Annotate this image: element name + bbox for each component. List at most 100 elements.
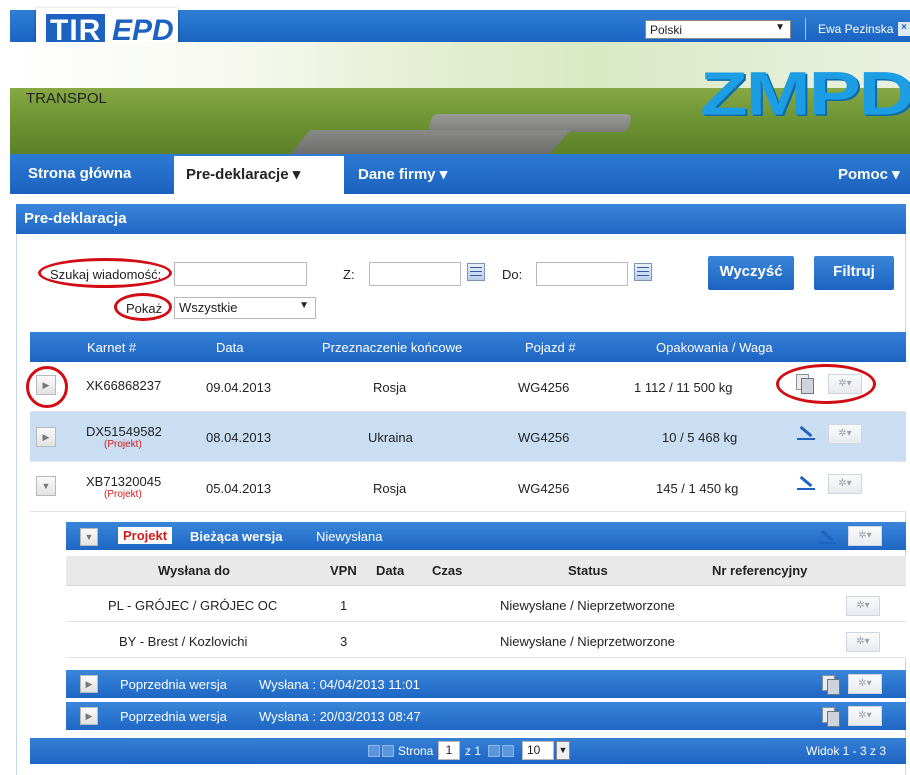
first-page-button[interactable] [368,745,380,757]
column-karnet[interactable]: Karnet # [87,340,136,355]
zmpd-logo: ZMPD [700,58,910,128]
gear-menu-button[interactable]: ✲▾ [848,674,882,694]
previous-version-label: Poprzednia wersja [120,709,227,724]
gear-menu-button[interactable]: ✲▾ [848,526,882,546]
row-destination: Rosja [373,380,407,395]
main-nav [10,154,910,194]
nav-company-data[interactable]: Dane firmy ▾ [358,165,447,183]
karnet-number: XK66868237 [86,378,162,393]
page-label: Strona [398,744,434,758]
gear-menu-button[interactable]: ✲▾ [846,632,880,652]
row-date: 09.04.2013 [206,380,272,395]
draft-label: (Projekt) [104,489,142,500]
previous-version-sent: Wysłana : 20/03/2013 08:47 [259,709,421,724]
language-value: Polski [650,23,683,37]
to-date-input[interactable] [536,262,628,286]
panel-title: Pre-deklaracja [16,204,906,234]
row-vehicle: WG4256 [518,380,570,395]
grid-header [30,332,906,362]
chevron-down-icon[interactable]: ▼ [556,741,570,760]
show-filter-select[interactable]: Wszystkie ▼ [174,297,316,319]
edit-pencil-icon[interactable] [797,474,815,490]
previous-version-sent: Wysłana : 04/04/2013 11:01 [259,677,420,692]
column-status: Status [568,563,608,578]
last-page-button[interactable] [502,745,514,757]
to-date-label: Do: [502,267,523,282]
copy-icon[interactable] [822,675,840,695]
row-packages-weight: 1 112 / 11 500 kg [634,380,733,395]
edit-pencil-icon[interactable] [818,528,836,544]
chevron-down-icon: ▼ [775,22,785,33]
from-date-label: Z: [343,267,355,282]
user-name-link[interactable]: Ewa Pezinska [818,22,893,36]
page-size-value: 10 [527,743,541,757]
from-date-input[interactable] [369,262,461,286]
previous-page-button[interactable] [382,745,394,757]
calendar-icon[interactable] [634,263,652,281]
table-row[interactable] [30,362,906,412]
detail-sent-to: BY - Brest / Kozlovichi [119,634,248,649]
column-date[interactable]: Data [216,340,243,355]
annotation-circle [776,364,876,404]
search-input[interactable] [174,262,307,286]
divider [805,18,806,40]
detail-status: Niewysłane / Nieprzetworzone [500,598,675,613]
show-filter-value: Wszystkie [179,300,238,315]
expand-row-button[interactable]: ▶ [36,427,56,447]
row-date: 08.04.2013 [206,430,272,445]
nav-help[interactable]: Pomoc ▾ [838,165,900,183]
detail-vpn: 1 [340,598,348,613]
collapse-version-button[interactable]: ▼ [80,528,98,546]
nav-home[interactable]: Strona główna [28,165,131,182]
gear-menu-button[interactable]: ✲▾ [846,596,880,616]
table-row[interactable] [30,462,906,512]
row-vehicle: WG4256 [518,481,570,496]
column-packages-weight[interactable]: Opakowania / Waga [656,340,773,355]
expand-version-button[interactable]: ▶ [80,675,98,693]
logout-icon[interactable]: × [898,22,910,36]
collapse-row-button[interactable]: ▼ [36,476,56,496]
karnet-number: DX51549582 [86,424,162,439]
nav-predeclarations[interactable]: Pre-deklaracje ▾ [186,165,300,183]
row-packages-weight: 145 / 1 450 kg [656,481,739,496]
detail-sent-to: PL - GRÓJEC / GRÓJEC OC [108,598,278,613]
row-vehicle: WG4256 [518,430,570,445]
column-destination[interactable]: Przeznaczenie końcowe [322,340,462,355]
draft-label: (Projekt) [104,439,142,450]
row-date: 05.04.2013 [206,481,272,496]
column-sent-to: Wysłana do [158,563,231,578]
clear-button[interactable]: Wyczyść [708,256,794,290]
detail-status: Niewysłane / Nieprzetworzone [500,634,675,649]
current-version-label: Bieżąca wersja [190,529,283,544]
company-name: TRANSPOL [26,90,107,107]
gear-menu-button[interactable]: ✲▾ [828,474,862,494]
calendar-icon[interactable] [467,263,485,281]
chevron-down-icon: ▼ [299,300,309,311]
banner-road [289,130,571,154]
annotation-circle [38,258,172,288]
column-vehicle[interactable]: Pojazd # [525,340,576,355]
row-destination: Rosja [373,481,407,496]
current-version-status: Niewysłana [316,529,383,544]
column-vpn: VPN [330,563,357,578]
gear-menu-button[interactable]: ✲▾ [848,706,882,726]
column-detail-date: Data [376,563,405,578]
row-destination: Ukraina [368,430,413,445]
draft-badge: Projekt [118,527,173,544]
next-page-button[interactable] [488,745,500,757]
column-time: Czas [432,563,463,578]
gear-menu-button[interactable]: ✲▾ [828,424,862,444]
page-count: z 1 [465,744,482,758]
filter-button[interactable]: Filtruj [814,256,894,290]
page-summary: Widok 1 - 3 z 3 [806,744,887,758]
page-number-input[interactable]: 1 [438,741,460,760]
expand-version-button[interactable]: ▶ [80,707,98,725]
edit-pencil-icon[interactable] [797,424,815,440]
language-select[interactable]: Polski ▼ [645,20,791,39]
karnet-number: XB71320045 [86,474,162,489]
annotation-circle [114,293,172,321]
column-reference-number: Nr referencyjny [712,563,808,578]
page-size-select[interactable]: 10 [522,741,554,760]
copy-icon[interactable] [822,707,840,727]
detail-vpn: 3 [340,634,348,649]
